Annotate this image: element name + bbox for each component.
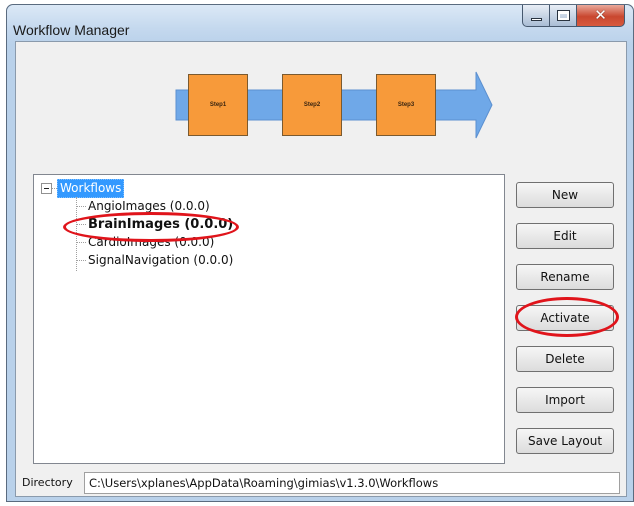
new-button[interactable]: New xyxy=(516,182,614,208)
tree-item-label: SignalNavigation (0.0.0) xyxy=(88,253,234,267)
activate-highlight-annotation xyxy=(515,297,619,337)
step-box-2: Step2 xyxy=(282,74,342,136)
workflow-pipeline-diagram: Step1 Step2 Step3 xyxy=(16,42,628,168)
maximize-icon xyxy=(556,10,570,21)
rename-button[interactable]: Rename xyxy=(516,264,614,290)
minimize-button[interactable] xyxy=(522,5,550,27)
step-box-3: Step3 xyxy=(376,74,436,136)
directory-field[interactable]: C:\Users\xplanes\AppData\Roaming\gimias\… xyxy=(84,472,620,494)
workflow-tree[interactable]: Workflows AngioImages (0.0.0) BrainImage… xyxy=(33,174,505,464)
tree-root-row[interactable]: Workflows xyxy=(41,179,125,198)
close-button[interactable]: ✕ xyxy=(577,5,625,27)
directory-label: Directory xyxy=(22,476,73,489)
delete-button[interactable]: Delete xyxy=(516,346,614,372)
save-layout-button[interactable]: Save Layout xyxy=(516,428,614,454)
client-area: Step1 Step2 Step3 Workflows AngioImages … xyxy=(15,41,627,497)
window-title: Workflow Manager xyxy=(13,22,130,38)
tree-item-label: AngioImages (0.0.0) xyxy=(88,199,210,213)
edit-button[interactable]: Edit xyxy=(516,223,614,249)
tree-root-workflows[interactable]: Workflows xyxy=(57,179,125,198)
minimize-icon xyxy=(530,17,542,21)
workflow-manager-window: Workflow Manager ✕ Step1 Step2 Step3 Wor… xyxy=(6,4,634,502)
brainimages-highlight-annotation xyxy=(63,212,239,242)
close-icon: ✕ xyxy=(594,6,607,24)
caption-buttons: ✕ xyxy=(522,5,625,27)
step-box-1: Step1 xyxy=(188,74,248,136)
title-bar[interactable]: Workflow Manager ✕ xyxy=(7,5,633,45)
tree-item-angioimages[interactable]: AngioImages (0.0.0) xyxy=(76,199,210,213)
maximize-button[interactable] xyxy=(550,5,577,27)
tree-item-signalnavigation[interactable]: SignalNavigation (0.0.0) xyxy=(76,253,233,267)
import-button[interactable]: Import xyxy=(516,387,614,413)
collapse-icon[interactable] xyxy=(41,183,52,194)
